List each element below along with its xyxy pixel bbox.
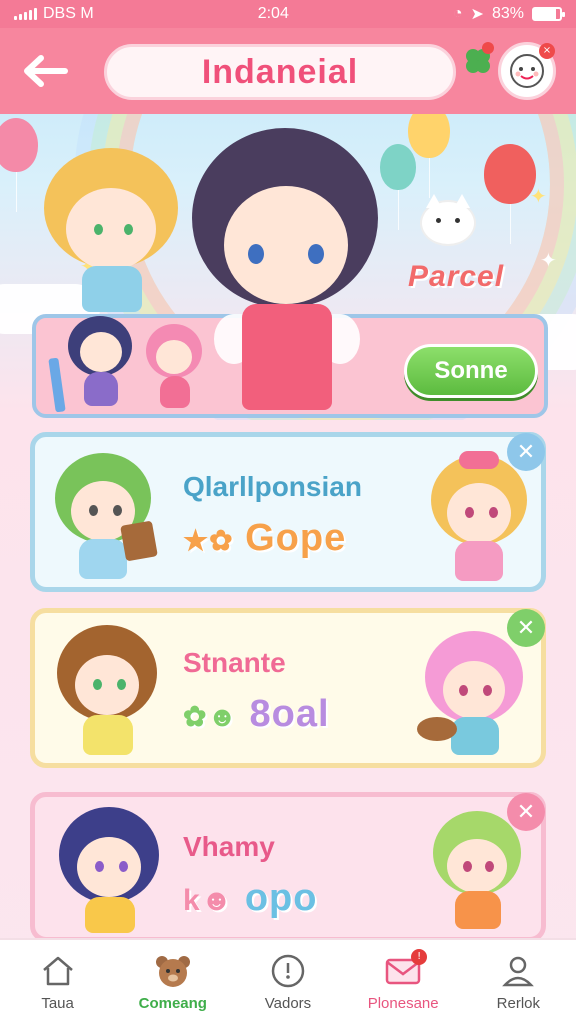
profile-icon [498,953,538,989]
character-pink-bun [417,631,529,761]
card-subtitle-text: 8oal [249,693,330,735]
card-subtitle: k☻ opo [183,877,317,920]
character-main-girl [186,118,386,418]
bottom-nav: Taua Comeang Vadors ! Plonesane Rerlok [0,938,576,1024]
avatar-badge: × [539,43,555,59]
cat-mascot [420,194,476,246]
balloon-decoration [0,118,38,212]
card-subtitle: ✿☻ 8oal [183,693,330,736]
character-blonde-bow [425,451,535,585]
activity-card[interactable]: Stnante ✿☻ 8oal ✕ [30,608,546,768]
activity-card[interactable]: Qlarllponsian ★✿ Gope ✕ [30,432,546,592]
balloon-decoration [484,144,536,244]
card-prefix-icons: k☻ [183,884,234,917]
nav-item-messages[interactable]: ! Plonesane [353,948,453,1012]
carrier-name: DBS M [43,5,94,22]
character-purple-girl [66,310,136,410]
signal-icon [14,8,37,20]
activity-card[interactable]: Vhamy k☻ opo ✕ [30,792,546,942]
nav-item-explore[interactable]: Vadors [238,953,338,1012]
card-prefix-icons: ★✿ [183,525,234,556]
card-title: Stnante [183,647,286,678]
status-time: 2:04 [257,5,289,22]
card-subtitle: ★✿ Gope [183,517,346,560]
card-title: Qlarllponsian [183,471,362,502]
hero-tag: Parcel [408,260,505,293]
compass-icon [268,953,308,989]
close-icon: ✕ [516,615,536,641]
nav-item-home[interactable]: Taua [8,953,108,1012]
location-icon: ➤ [470,6,484,23]
app-header: Indaneial × [0,28,576,114]
nav-item-profile[interactable]: Rerlok [468,953,568,1012]
card-subtitle-text: opo [244,877,318,919]
character-brown-hair [53,625,163,755]
close-icon: ✕ [516,799,536,825]
sparkle-icon: ✦ [530,184,547,208]
close-button[interactable]: ✕ [507,609,545,647]
status-bar: DBS M 2:04 ◔ ➤ 83% [0,0,576,28]
hero-banner[interactable]: ✦ ✦ ✦ Parcel Sonne [0,114,576,420]
nav-label: Plonesane [367,994,439,1012]
home-icon [38,953,78,989]
back-arrow-icon [24,55,68,87]
battery-percent: 83% [491,5,524,22]
character-blonde-girl [36,148,186,318]
nav-item-community[interactable]: Comeang [123,953,223,1012]
avatar[interactable]: × [498,42,556,100]
battery-icon [531,7,565,21]
notification-dot [482,42,494,54]
rotation-lock-icon: ◔ [452,5,463,22]
status-right: ◔ ➤ 83% [452,4,565,24]
back-button[interactable] [18,48,74,94]
play-button[interactable]: Sonne [404,344,538,398]
character-lime-hair [427,811,527,935]
guitar-icon [417,717,457,741]
close-button[interactable]: ✕ [507,433,545,471]
nav-badge: ! [411,948,428,965]
sparkle-icon: ✦ [540,248,557,272]
status-left: DBS M [14,5,94,23]
card-subtitle-text: Gope [245,517,347,559]
nav-label: Rerlok [496,994,541,1012]
close-icon: ✕ [516,439,536,465]
card-title: Vhamy [183,831,275,862]
book-icon [120,520,158,562]
bear-icon [153,953,193,989]
nav-label: Vadors [264,994,312,1012]
character-pink-girl [144,320,204,412]
character-navy-hair [55,807,165,937]
nav-label: Taua [41,994,74,1012]
close-button[interactable]: ✕ [507,793,545,831]
card-prefix-icons: ✿☻ [183,701,238,732]
nav-label: Comeang [138,994,207,1012]
page-title: Indaneial [104,44,456,100]
character-green-hair [49,453,159,583]
bow-icon [459,451,499,469]
battery-fill [533,9,556,19]
